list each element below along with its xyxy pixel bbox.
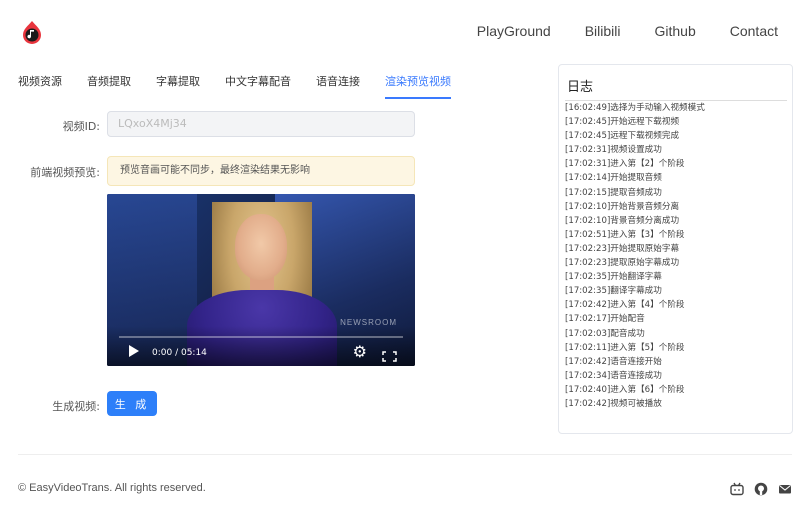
log-entry: [17:02:42]语音连接开始 (565, 356, 662, 367)
presenter-face (235, 214, 287, 280)
log-entry: [17:02:10]开始背景音频分离 (565, 201, 680, 212)
log-entry: [17:02:03]配音成功 (565, 328, 645, 339)
footer-divider (18, 454, 792, 455)
log-list[interactable]: [16:02:49]选择为手动输入视频模式 [17:02:45]开始远程下载视频… (565, 100, 787, 411)
preview-notice: 预览音画可能不同步，最终渲染结果无影响 (107, 156, 415, 186)
github-icon[interactable] (754, 481, 768, 496)
tab-audio-extract[interactable]: 音频提取 (87, 73, 131, 99)
log-entry: [17:02:34]语音连接成功 (565, 370, 662, 381)
nav-bilibili-link[interactable]: Bilibili (585, 23, 621, 39)
fullscreen-icon[interactable] (382, 347, 397, 362)
log-entry: [17:02:40]进入第【6】个阶段 (565, 384, 685, 395)
log-entry: [17:02:17]开始配音 (565, 314, 645, 325)
gear-icon[interactable]: ⚙ (353, 344, 367, 360)
footer-copyright: © EasyVideoTrans. All rights reserved. (18, 482, 206, 494)
nav-contact-link[interactable]: Contact (730, 23, 778, 39)
log-entry: [17:02:14]开始提取音频 (565, 173, 662, 184)
preview-label: 前端视频预览: (30, 166, 100, 179)
video-id-input[interactable]: LQxoX4Mj34 (107, 111, 415, 137)
log-entry: [17:02:15]提取音频成功 (565, 187, 662, 198)
log-entry: [17:02:31]进入第【2】个阶段 (565, 159, 685, 170)
tab-video-source[interactable]: 视频资源 (18, 73, 62, 99)
tab-chinese-dubbing[interactable]: 中文字幕配音 (225, 73, 291, 99)
generate-button[interactable]: 生 成 (107, 391, 157, 416)
video-time: 0:00 / 05:14 (152, 348, 207, 358)
log-entry: [17:02:10]背景音频分离成功 (565, 215, 680, 226)
log-entry: [17:02:45]远程下载视频完成 (565, 131, 680, 142)
log-entry: [17:02:45]开始远程下载视频 (565, 117, 680, 128)
app-logo-icon[interactable] (20, 20, 44, 44)
log-entry: [17:02:51]进入第【3】个阶段 (565, 229, 685, 240)
log-entry: [17:02:42]视频可被播放 (565, 398, 662, 409)
nav-github-link[interactable]: Github (655, 23, 696, 39)
log-entry: [17:02:35]翻译字幕成功 (565, 286, 662, 297)
log-entry: [17:02:42]进入第【4】个阶段 (565, 300, 685, 311)
log-entry: [17:02:23]开始提取原始字幕 (565, 243, 680, 254)
video-player[interactable]: ROOM NEWSROOM 0:00 / 05:14 ⚙ (107, 194, 415, 366)
tab-render-preview[interactable]: 渲染预览视频 (385, 73, 451, 99)
log-entry: [16:02:49]选择为手动输入视频模式 (565, 103, 705, 113)
bilibili-icon[interactable] (730, 481, 744, 496)
footer-icons (730, 481, 792, 496)
log-panel: 日志 [16:02:49]选择为手动输入视频模式 [17:02:45]开始远程下… (558, 64, 793, 434)
generate-label: 生成视频: (52, 400, 100, 413)
log-title: 日志 (567, 80, 594, 95)
video-id-label: 视频ID: (62, 120, 100, 133)
mail-icon[interactable] (778, 481, 792, 495)
video-controls: 0:00 / 05:14 ⚙ (107, 326, 415, 366)
tab-voice-connect[interactable]: 语音连接 (316, 73, 360, 99)
nav-playground-link[interactable]: PlayGround (477, 23, 551, 39)
log-entry: [17:02:23]提取原始字幕成功 (565, 258, 680, 269)
log-entry: [17:02:31]视频设置成功 (565, 145, 662, 156)
log-entry: [17:02:35]开始翻译字幕 (565, 272, 662, 283)
top-nav: PlayGround Bilibili Github Contact (477, 23, 778, 39)
step-tabs: 视频资源 音频提取 字幕提取 中文字幕配音 语音连接 渲染预览视频 (18, 73, 476, 99)
tab-subtitle-extract[interactable]: 字幕提取 (156, 73, 200, 99)
play-icon[interactable] (129, 345, 139, 357)
video-progress-bar[interactable] (119, 336, 403, 338)
log-entry: [17:02:11]进入第【5】个阶段 (565, 342, 685, 353)
